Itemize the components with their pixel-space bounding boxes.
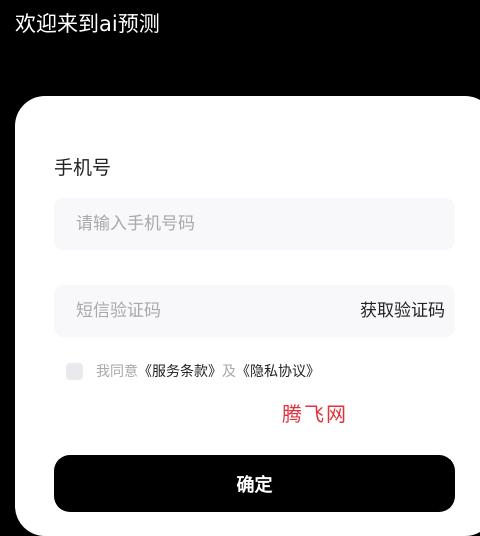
agreement-prefix: 我同意 (96, 364, 138, 380)
agreement-row: 我同意 《服务条款》 及 《隐私协议》 (66, 360, 320, 382)
privacy-policy-link[interactable]: 《隐私协议》 (236, 361, 320, 381)
agreement-connector: 及 (222, 364, 236, 380)
agreement-checkbox[interactable] (66, 362, 83, 380)
sms-code-input[interactable] (76, 285, 336, 337)
welcome-title: 欢迎来到ai预测 (15, 12, 160, 36)
confirm-button[interactable]: 确定 (54, 455, 455, 512)
watermark-text: 腾飞网 (282, 402, 348, 426)
phone-label: 手机号 (54, 157, 112, 179)
phone-input[interactable] (76, 198, 336, 250)
get-code-button[interactable]: 获取验证码 (360, 285, 445, 337)
terms-of-service-link[interactable]: 《服务条款》 (138, 361, 222, 381)
sms-code-field[interactable]: 获取验证码 (54, 285, 455, 337)
phone-field[interactable] (54, 198, 455, 250)
